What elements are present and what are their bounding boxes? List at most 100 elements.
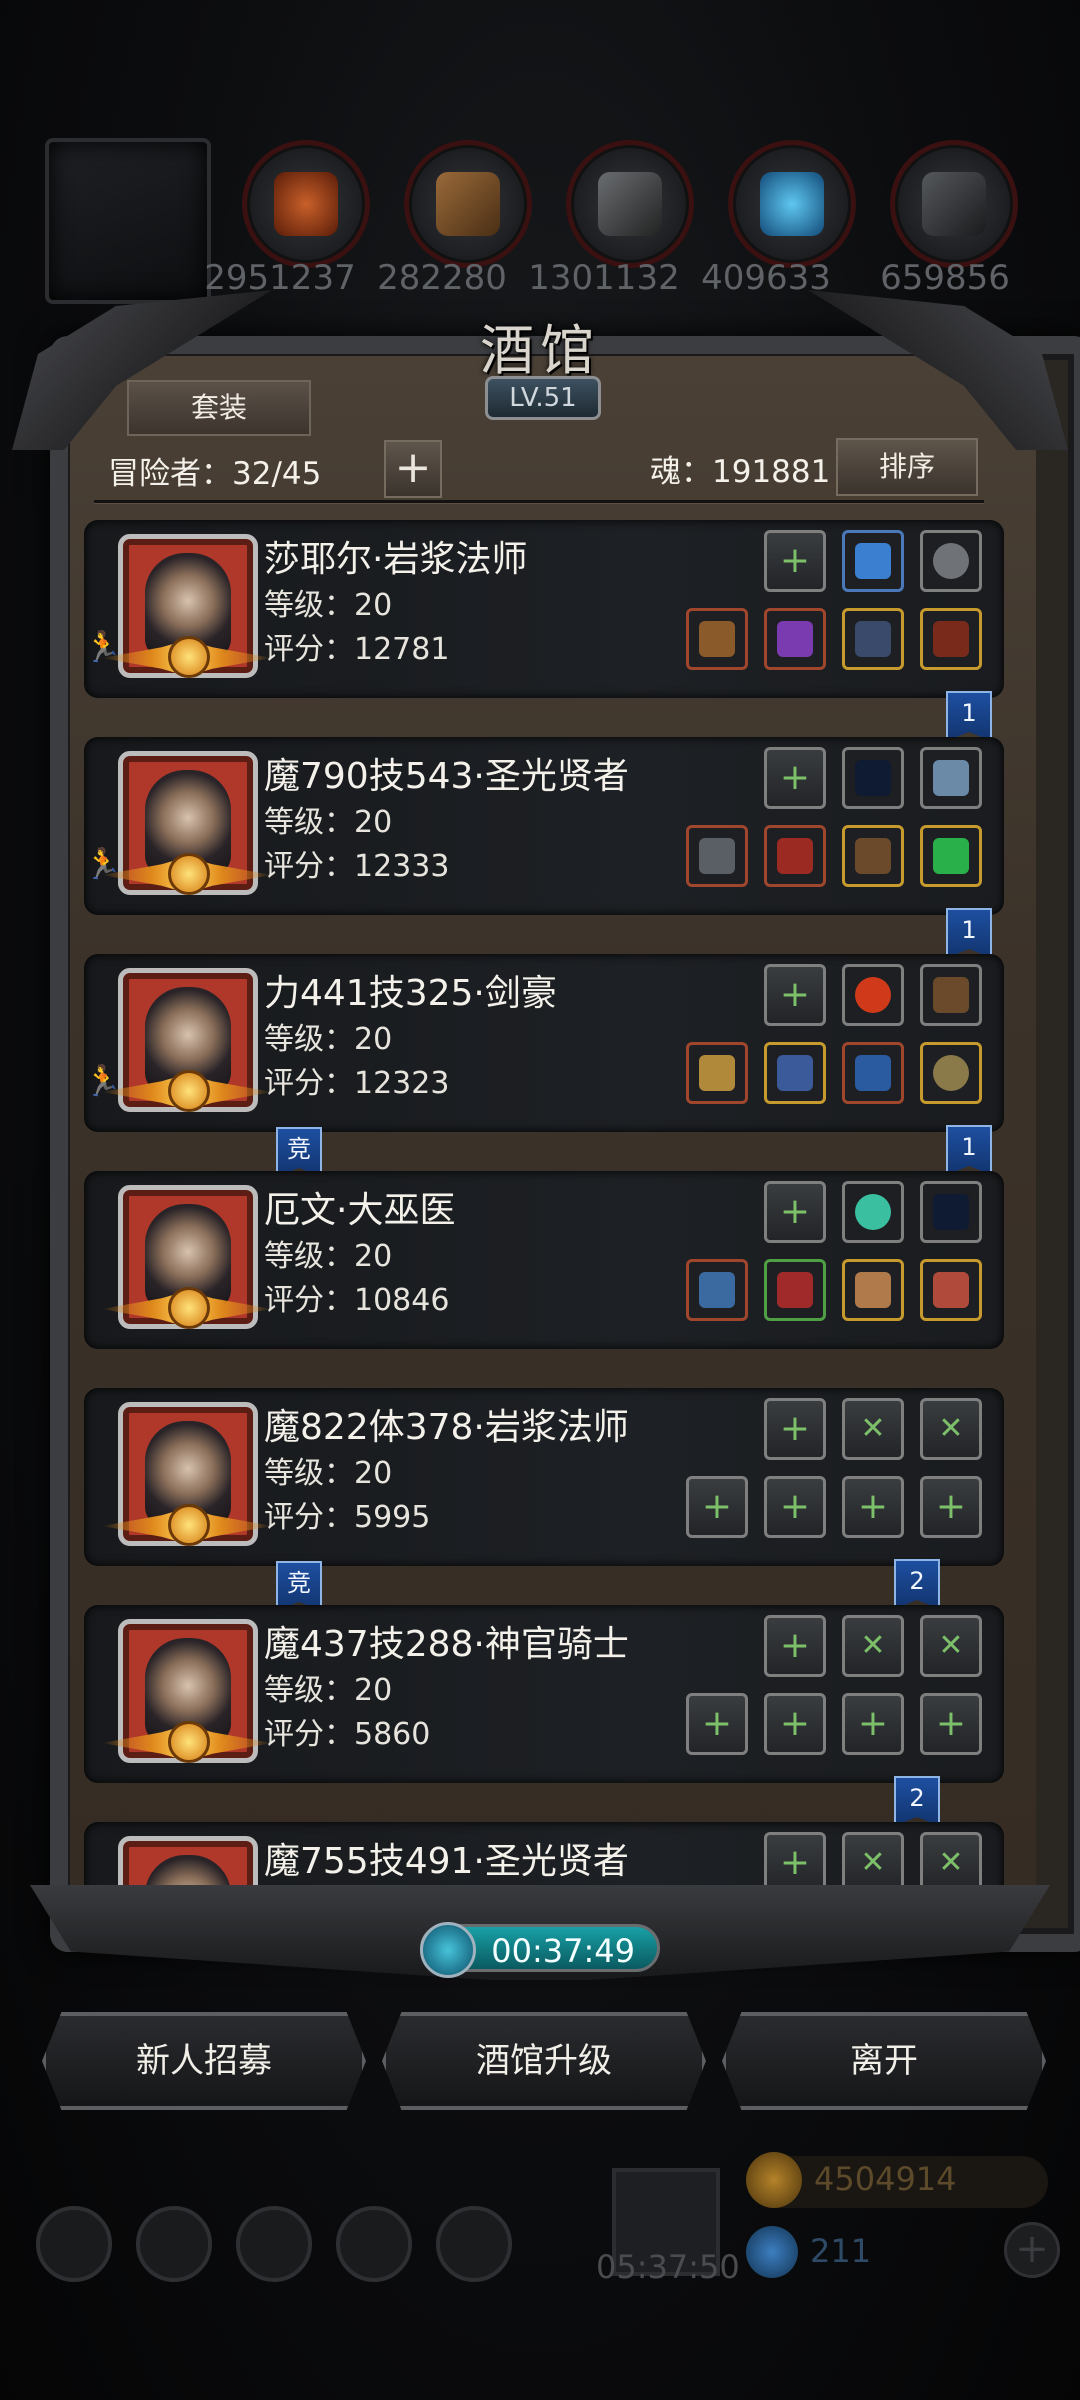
hero-card[interactable]: 🏃 魔790技543·圣光贤者 等级：20 评分：12333 + [84,737,1004,915]
clock-icon [420,1922,476,1978]
gem-icon[interactable] [920,825,982,887]
recruit-button[interactable]: 新人招募 [42,2012,366,2110]
diamond-icon [746,2226,798,2278]
locked-slot-icon[interactable]: ✕ [920,1832,982,1894]
chestplate-icon[interactable] [764,1042,826,1104]
star-icon [168,1287,210,1329]
meat-icon[interactable] [242,140,370,268]
sword-icon[interactable] [686,1042,748,1104]
upgrade-tavern-button[interactable]: 酒馆升级 [382,2012,706,2110]
wood-icon[interactable] [404,140,532,268]
stone-value: 659856 [880,258,1010,298]
locked-slot-icon[interactable]: ✕ [842,1398,904,1460]
hero-score: 评分：5860 [264,1717,431,1752]
stone-icon[interactable] [890,140,1018,268]
add-currency-icon: + [1004,2222,1060,2278]
cross-icon[interactable] [842,608,904,670]
whip-icon[interactable] [842,747,904,809]
hero-card[interactable]: 魔437技288·神官骑士 等级：20 评分：5860 + ✕ ✕ + + + … [84,1605,1004,1783]
competition-badge: 竞 [276,1127,322,1177]
add-accessory-icon[interactable]: + [920,1693,982,1755]
fire-orb-icon[interactable] [842,964,904,1026]
diamond-value: 211 [810,2232,872,2270]
hero-name: 魔790技543·圣光贤者 [264,756,629,797]
add-skill-icon[interactable]: + [764,1398,826,1460]
star-icon [168,636,210,678]
locked-slot-icon[interactable]: ✕ [920,1615,982,1677]
torch-icon[interactable] [764,825,826,887]
locked-slot-icon[interactable]: ✕ [842,1832,904,1894]
add-accessory-icon[interactable]: + [920,1476,982,1538]
hero-level: 等级：20 [264,1456,393,1491]
add-skill-icon[interactable]: + [764,964,826,1026]
iron-icon[interactable] [566,140,694,268]
add-armor-icon[interactable]: + [764,1476,826,1538]
add-skill-icon[interactable]: + [764,1832,826,1894]
star-icon [168,1504,210,1546]
hero-score: 评分：12333 [264,849,450,884]
armor-icon[interactable] [764,608,826,670]
hero-score: 评分：10846 [264,1283,450,1318]
settings-icon [36,2206,112,2282]
suit-button[interactable]: 套装 [127,380,311,436]
axe-icon[interactable] [686,825,748,887]
vest-icon[interactable] [764,1259,826,1321]
book-icon[interactable] [920,747,982,809]
skill-icon[interactable] [842,530,904,592]
hero-score: 评分：12323 [264,1066,450,1101]
hero-name: 魔822体378·岩浆法师 [264,1407,629,1448]
bow-icon[interactable] [920,964,982,1026]
gold-coin-icon [746,2152,802,2208]
hero-card[interactable]: 🏃 莎耶尔·岩浆法师 等级：20 评分：12781 + [84,520,1004,698]
locked-slot-icon[interactable]: ✕ [920,1398,982,1460]
hero-card[interactable]: 魔822体378·岩浆法师 等级：20 评分：5995 + ✕ ✕ + + + … [84,1388,1004,1566]
skull-icon[interactable] [842,825,904,887]
heart-icon[interactable] [920,1259,982,1321]
tavern-level: LV.51 [485,376,601,420]
whip-icon[interactable] [920,1181,982,1243]
star-icon [168,1721,210,1763]
star-menu-icon [136,2206,212,2282]
mail-icon [336,2206,412,2282]
team-badge: 1 [946,691,992,741]
sort-button[interactable]: 排序 [836,438,978,496]
team-badge: 1 [946,1125,992,1175]
star-icon [168,853,210,895]
hero-list[interactable]: 🏃 莎耶尔·岩浆法师 等级：20 评分：12781 + 1 🏃 魔790技543… [84,515,1004,1905]
team-badge: 1 [946,908,992,958]
hero-score: 评分：12781 [264,632,450,667]
jade-icon[interactable] [842,1181,904,1243]
adventurer-count: 冒险者：32/45 [108,456,322,492]
add-skill-icon[interactable]: + [764,1615,826,1677]
add-weapon-icon[interactable]: + [686,1476,748,1538]
hero-name: 厄文·大巫医 [264,1190,456,1231]
add-skill-icon[interactable]: + [764,747,826,809]
leave-button[interactable]: 离开 [722,2012,1046,2110]
boots-icon[interactable] [920,608,982,670]
staff-icon[interactable] [686,608,748,670]
tavern-panel: 酒馆 LV.51 套装 冒险者：32/45 + 魂：191881 排序 🏃 莎耶… [12,290,1080,1980]
add-skill-icon[interactable]: + [764,1181,826,1243]
add-accessory-icon[interactable]: + [842,1476,904,1538]
syringe-icon[interactable] [686,1259,748,1321]
hero-name: 魔437技288·神官骑士 [264,1624,629,1665]
hero-level: 等级：20 [264,1673,393,1708]
mask-icon[interactable] [920,530,982,592]
gauntlet-icon[interactable] [842,1042,904,1104]
crystal-icon[interactable] [728,140,856,268]
player-avatar[interactable] [45,138,211,304]
divider [94,500,984,503]
team-badge: 2 [894,1776,940,1826]
boots-icon[interactable] [842,1259,904,1321]
hero-card[interactable]: 厄文·大巫医 等级：20 评分：10846 + [84,1171,1004,1349]
locked-slot-icon[interactable]: ✕ [842,1615,904,1677]
add-accessory-icon[interactable]: + [842,1693,904,1755]
hero-card[interactable]: 🏃 力441技325·剑豪 等级：20 评分：12323 + [84,954,1004,1132]
add-skill-icon[interactable]: + [764,530,826,592]
hero-name: 力441技325·剑豪 [264,973,557,1014]
add-armor-icon[interactable]: + [764,1693,826,1755]
add-slot-button[interactable]: + [384,440,442,498]
hero-name: 魔755技491·圣光贤者 [264,1841,629,1882]
add-weapon-icon[interactable]: + [686,1693,748,1755]
ring-icon[interactable] [920,1042,982,1104]
